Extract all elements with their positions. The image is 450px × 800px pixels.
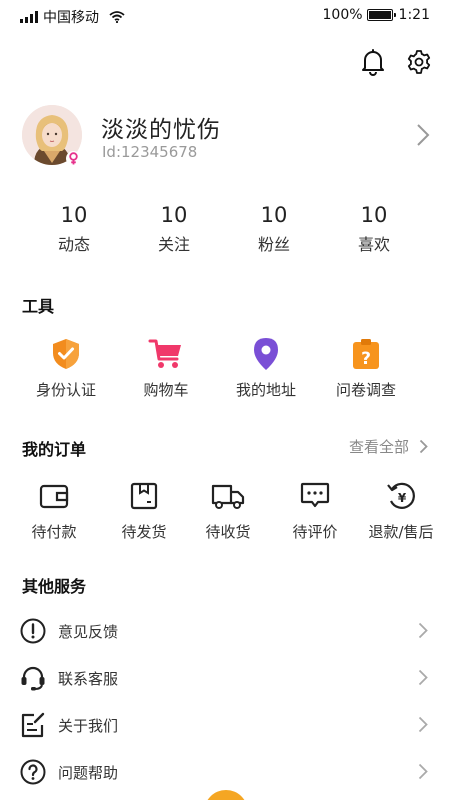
refund-icon: ¥ (387, 482, 415, 509)
stat-posts[interactable]: 10 动态 (24, 200, 124, 260)
stat-label: 喜欢 (357, 235, 390, 254)
stat-likes[interactable]: 10 喜欢 (324, 200, 424, 260)
tool-survey[interactable]: ? 问卷调查 (316, 336, 416, 400)
wallet-icon (39, 484, 69, 509)
svg-text:?: ? (361, 349, 371, 369)
status-bar: 中国移动 100% 1:21 (0, 0, 450, 32)
stat-label: 关注 (157, 235, 190, 254)
view-all-label: 查看全部 (348, 438, 409, 456)
service-label: 问题帮助 (58, 763, 119, 782)
battery-icon (366, 9, 396, 21)
stat-label: 粉丝 (257, 235, 290, 254)
order-refund-after-sales[interactable]: ¥ 退款/售后 (358, 478, 444, 542)
avatar[interactable] (22, 105, 82, 166)
tool-label: 身份认证 (35, 381, 96, 399)
package-icon (130, 482, 158, 510)
stat-value: 10 (60, 203, 88, 227)
service-label: 关于我们 (58, 716, 119, 735)
order-label: 待收货 (205, 523, 251, 541)
order-label: 退款/售后 (368, 523, 434, 541)
gear-icon (407, 50, 431, 74)
tool-my-address[interactable]: 我的地址 (216, 336, 316, 400)
location-pin-icon (254, 338, 278, 370)
orders-grid: 待付款 待发货 待收货 待评价 ¥ 退款/售后 (4, 478, 450, 542)
chevron-right-icon (419, 439, 428, 454)
tools-grid: 身份认证 购物车 我的地址 ? 问卷调查 (16, 336, 416, 400)
tool-shopping-cart[interactable]: 购物车 (116, 336, 216, 400)
stat-value: 10 (260, 203, 288, 227)
user-name: 淡淡的忧伤 (101, 117, 221, 143)
order-pending-review[interactable]: 待评价 (272, 478, 358, 542)
truck-icon (211, 484, 245, 509)
edit-note-icon (21, 712, 45, 738)
clipboard-question-icon: ? (353, 339, 379, 369)
service-label: 意见反馈 (58, 622, 119, 641)
tool-label: 问卷调查 (335, 381, 396, 399)
shield-check-icon (53, 339, 79, 369)
clock: 1:21 (398, 7, 430, 23)
chevron-right-icon (418, 622, 428, 639)
user-id: Id:12345678 (102, 143, 198, 161)
carrier-name: 中国移动 (43, 10, 99, 26)
stat-fans[interactable]: 10 粉丝 (224, 200, 324, 260)
order-label: 待付款 (31, 523, 77, 541)
headset-icon (21, 666, 45, 691)
order-pending-shipment[interactable]: 待发货 (104, 478, 184, 542)
services-title: 其他服务 (22, 577, 87, 596)
order-pending-payment[interactable]: 待付款 (4, 478, 104, 542)
signal-icon (20, 11, 38, 23)
wifi-icon (109, 11, 125, 23)
service-label: 联系客服 (58, 669, 119, 688)
service-help[interactable]: 问题帮助 (20, 752, 430, 792)
tool-label: 我的地址 (235, 381, 296, 399)
notification-button[interactable] (358, 47, 388, 77)
chevron-right-icon (418, 669, 428, 686)
service-feedback[interactable]: 意见反馈 (20, 611, 430, 651)
tool-identity-verification[interactable]: 身份认证 (16, 336, 116, 400)
orders-title: 我的订单 (22, 440, 87, 459)
comment-icon (300, 482, 330, 508)
chevron-right-icon (418, 716, 428, 733)
chevron-right-icon (418, 763, 428, 780)
tool-label: 购物车 (143, 381, 189, 399)
shopping-cart-icon (148, 339, 181, 368)
profile-card[interactable]: 淡淡的忧伤 Id:12345678 (22, 105, 432, 167)
tools-title: 工具 (22, 297, 55, 316)
settings-button[interactable] (404, 47, 434, 77)
exclamation-circle-icon (20, 618, 46, 644)
female-icon (66, 151, 81, 166)
bell-icon (362, 49, 384, 76)
battery-percent: 100% (322, 7, 363, 23)
stat-label: 动态 (57, 235, 90, 254)
stat-value: 10 (360, 203, 388, 227)
service-about-us[interactable]: 关于我们 (20, 705, 430, 745)
stat-value: 10 (160, 203, 188, 227)
chevron-right-icon (417, 124, 430, 146)
order-label: 待评价 (292, 523, 338, 541)
view-all-orders-link[interactable]: 查看全部 (349, 436, 428, 457)
order-pending-receipt[interactable]: 待收货 (184, 478, 272, 542)
stats-row: 10 动态 10 关注 10 粉丝 10 喜欢 (24, 200, 424, 260)
order-label: 待发货 (121, 523, 167, 541)
stat-following[interactable]: 10 关注 (124, 200, 224, 260)
question-circle-icon (20, 759, 46, 785)
svg-text:¥: ¥ (398, 491, 407, 505)
service-customer-support[interactable]: 联系客服 (20, 658, 430, 698)
